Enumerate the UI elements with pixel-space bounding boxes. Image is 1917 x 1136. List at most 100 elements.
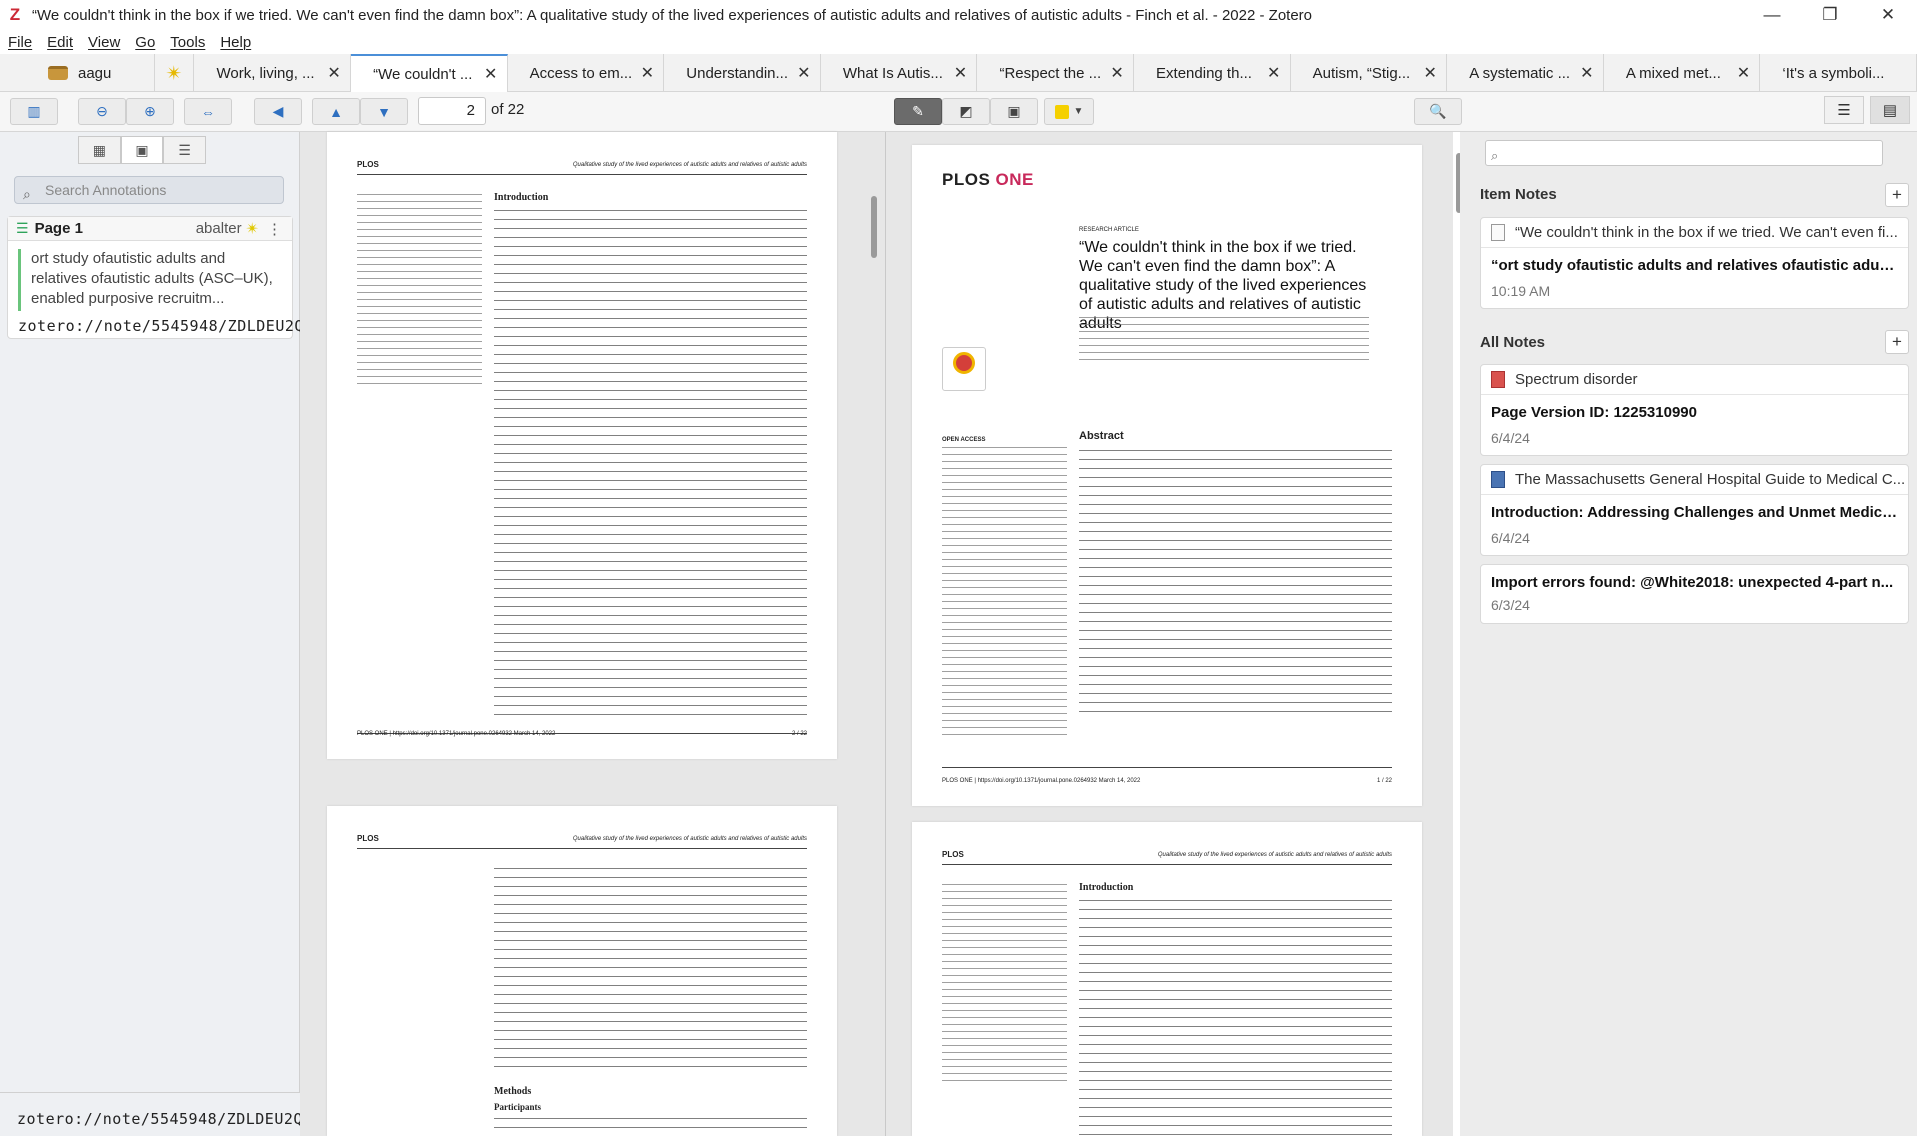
tab-star-icon-button[interactable]: ✴ xyxy=(155,54,195,92)
close-window-button[interactable]: ✕ xyxy=(1859,0,1917,30)
note-parent-title: Spectrum disorder xyxy=(1515,371,1638,388)
maximize-button[interactable]: ❐ xyxy=(1801,0,1859,30)
close-tab-icon[interactable]: ✕ xyxy=(1735,63,1751,83)
close-tab-icon[interactable]: ✕ xyxy=(796,63,812,83)
sidebar-view-switcher: ▦ ▣ ☰ xyxy=(78,136,207,164)
color-swatch-icon xyxy=(1054,104,1069,119)
tab-what-is-autism[interactable]: What Is Autis... ✕ xyxy=(821,54,978,92)
journal-logo-plos: PLOS xyxy=(942,170,991,189)
all-notes-header: All Notes xyxy=(1480,334,1546,351)
note-card[interactable]: Spectrum disorder Page Version ID: 12253… xyxy=(1480,364,1909,456)
note-card[interactable]: Import errors found: @White2018: unexpec… xyxy=(1480,564,1909,624)
notes-pane-button[interactable]: ▤ xyxy=(1870,96,1910,124)
zoom-out-button[interactable]: ⊖ xyxy=(78,98,126,125)
tab-a-systematic[interactable]: A systematic ... ✕ xyxy=(1447,54,1604,92)
close-tab-icon[interactable]: ✕ xyxy=(326,63,342,83)
notes-search-input[interactable]: ⌕ xyxy=(1485,140,1883,166)
check-updates-icon xyxy=(953,352,975,374)
close-tab-icon[interactable]: ✕ xyxy=(1109,63,1125,83)
annotation-comment-link[interactable]: zotero://note/5545948/ZDLDEU2Q/ xyxy=(18,317,313,335)
page-footer: PLOS ONE | https://doi.org/10.1371/journ… xyxy=(357,731,556,737)
document-icon xyxy=(1491,224,1505,241)
annotation-author: abalter xyxy=(195,220,242,237)
tab-work-living[interactable]: Work, living, ... ✕ xyxy=(194,54,352,92)
body-text xyxy=(494,1118,807,1136)
minimize-button[interactable]: — xyxy=(1743,0,1801,30)
page-number: 1 / 22 xyxy=(1376,778,1392,784)
journal-logo: PLOS ONE xyxy=(942,170,1034,190)
tab-we-couldnt[interactable]: “We couldn't ... ✕ xyxy=(351,54,508,93)
check-for-updates-badge[interactable] xyxy=(942,347,986,391)
zoom-in-button[interactable]: ⊕ xyxy=(126,98,174,125)
page-count: of 22 xyxy=(491,101,525,118)
outline-view-button[interactable]: ☰ xyxy=(163,136,207,164)
fit-width-icon: ⇔ xyxy=(201,103,215,120)
close-tab-icon[interactable]: ✕ xyxy=(483,64,499,84)
title-bar: Z “We couldn't think in the box if we tr… xyxy=(0,0,1917,30)
tab-access-to-em[interactable]: Access to em... ✕ xyxy=(508,54,665,92)
close-tab-icon[interactable]: ✕ xyxy=(952,63,968,83)
context-pane-toggle-button[interactable]: ☰ xyxy=(1824,96,1864,124)
zoom-out-icon: ⊖ xyxy=(96,103,108,119)
menu-bar: File Edit View Go Tools Help xyxy=(0,30,1917,54)
item-notes-header: Item Notes xyxy=(1480,186,1557,203)
journal-logo-one: ONE xyxy=(995,170,1034,189)
pdf-page: PLOS Qualitative study of the lived expe… xyxy=(327,132,837,759)
annotations-view-button[interactable]: ▣ xyxy=(120,136,164,164)
note-date: 10:19 AM xyxy=(1491,283,1551,299)
close-tab-icon[interactable]: ✕ xyxy=(639,63,655,83)
add-standalone-note-button[interactable]: + xyxy=(1885,330,1909,354)
previous-page-button[interactable]: ▲ xyxy=(312,98,360,125)
tab-respect-the[interactable]: “Respect the ... ✕ xyxy=(977,54,1135,92)
tab-library[interactable]: aagu xyxy=(0,54,155,92)
search-annotations-input[interactable]: ⌕ Search Annotations xyxy=(14,176,284,204)
sidebar-text xyxy=(942,884,1067,1084)
note-parent: The Massachusetts General Hospital Guide… xyxy=(1481,465,1908,495)
tab-label: ‘It's a symboli... xyxy=(1782,64,1885,82)
find-button[interactable]: 🔍 xyxy=(1414,98,1462,125)
tab-label: Extending th... xyxy=(1156,64,1252,82)
thumbnails-icon: ▦ xyxy=(92,141,106,158)
menu-view[interactable]: View xyxy=(88,34,120,51)
color-picker-button[interactable]: ▼ xyxy=(1044,98,1094,125)
toggle-sidebar-button[interactable]: ▥ xyxy=(10,98,58,125)
close-tab-icon[interactable]: ✕ xyxy=(1422,63,1438,83)
close-tab-icon[interactable]: ✕ xyxy=(1579,63,1595,83)
menu-help[interactable]: Help xyxy=(220,34,251,51)
split-view-divider[interactable] xyxy=(885,132,886,1136)
tab-extending[interactable]: Extending th... ✕ xyxy=(1134,54,1291,92)
sidebar-icon: ▥ xyxy=(27,103,41,119)
annotation-card[interactable]: ☰ Page 1 abalter ✴ ⋮ ort study ofautisti… xyxy=(7,216,313,339)
note-tool-button[interactable]: ◩ xyxy=(942,98,990,125)
back-button[interactable]: ◀ xyxy=(254,98,302,125)
notes-icon: ▤ xyxy=(1882,102,1898,119)
add-item-note-button[interactable]: + xyxy=(1885,183,1909,207)
journal-header: PLOS xyxy=(357,834,379,843)
tab-label: A systematic ... xyxy=(1469,64,1571,82)
left-split-scrollbar-thumb[interactable] xyxy=(871,196,877,258)
highlight-tool-button[interactable]: ✎ xyxy=(894,98,942,125)
page-number: 2 / 22 xyxy=(791,731,807,737)
menu-edit[interactable]: Edit xyxy=(47,34,73,51)
tab-bar: aagu ✴ Work, living, ... ✕ “We couldn't .… xyxy=(0,54,1917,93)
close-tab-icon[interactable]: ✕ xyxy=(1266,63,1282,83)
tab-understanding[interactable]: Understandin... ✕ xyxy=(664,54,821,92)
page-number-input[interactable]: 2 xyxy=(418,97,486,125)
next-page-button[interactable]: ▼ xyxy=(360,98,408,125)
area-tool-button[interactable]: ▣ xyxy=(990,98,1038,125)
menu-tools[interactable]: Tools xyxy=(170,34,205,51)
note-card[interactable]: The Massachusetts General Hospital Guide… xyxy=(1480,464,1909,556)
tab-autism-stigma[interactable]: Autism, “Stig... ✕ xyxy=(1291,54,1448,92)
tab-its-a-symbolic[interactable]: ‘It's a symboli... xyxy=(1760,54,1917,92)
menu-go[interactable]: Go xyxy=(135,34,155,51)
menu-file[interactable]: File xyxy=(8,34,32,51)
more-options-icon[interactable]: ⋮ xyxy=(267,220,282,238)
introduction-heading: Introduction xyxy=(1079,882,1134,893)
zoom-fit-button[interactable]: ⇔ xyxy=(184,98,232,125)
note-parent-title: The Massachusetts General Hospital Guide… xyxy=(1515,471,1906,488)
item-note-card[interactable]: “We couldn't think in the box if we trie… xyxy=(1480,217,1909,309)
book-icon xyxy=(1491,371,1505,388)
thumbnails-view-button[interactable]: ▦ xyxy=(78,136,121,164)
tab-a-mixed-met[interactable]: A mixed met... ✕ xyxy=(1604,54,1761,92)
search-annotations-placeholder: Search Annotations xyxy=(45,182,167,198)
